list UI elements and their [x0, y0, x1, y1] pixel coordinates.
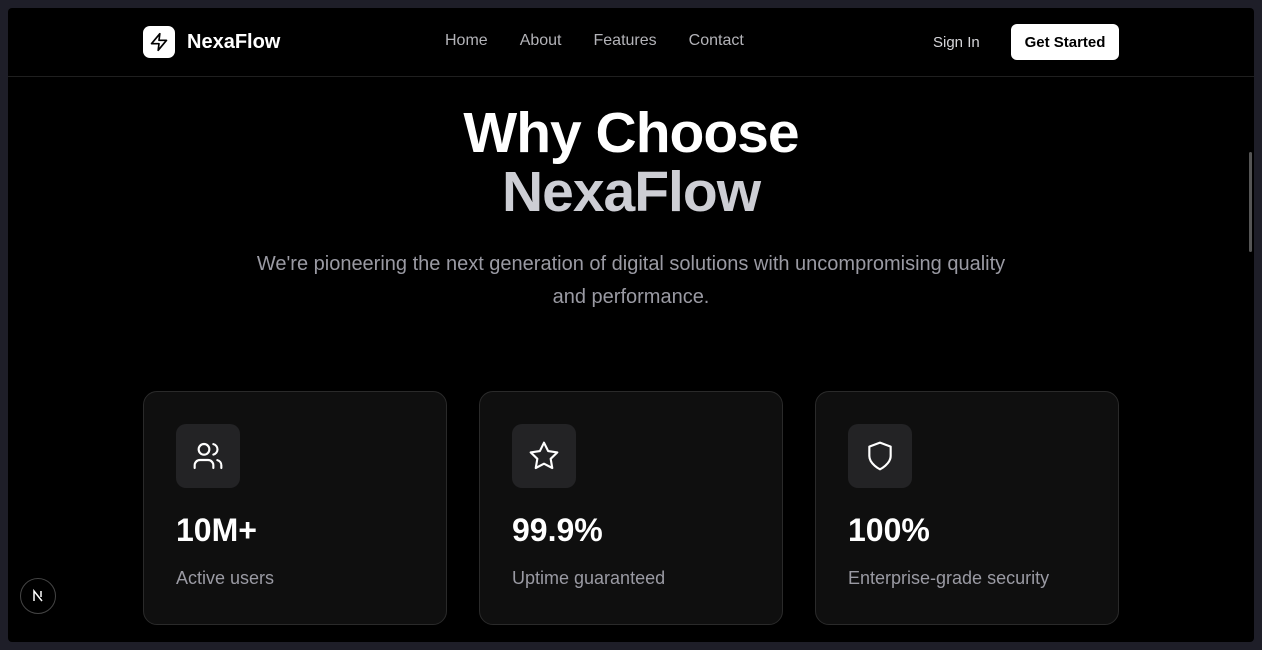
shield-icon — [848, 424, 912, 488]
stat-label: Uptime guaranteed — [512, 568, 666, 588]
nav-links: Home About Features Contact — [445, 32, 776, 50]
hero-subtitle: We're pioneering the next generation of … — [256, 253, 1006, 308]
scrollbar[interactable] — [1249, 152, 1252, 252]
stat-card-users: 10M+ Active users — [143, 391, 447, 625]
stat-value: 100% — [848, 512, 930, 548]
stat-card-security: 100% Enterprise-grade security — [815, 391, 1119, 625]
top-navbar: NexaFlow Home About Features Contact Sig… — [8, 8, 1254, 77]
nav-link-features[interactable]: Features — [594, 32, 657, 50]
stat-value: 99.9% — [512, 512, 603, 548]
sign-in-link[interactable]: Sign In — [933, 34, 980, 51]
star-icon — [512, 424, 576, 488]
get-started-button[interactable]: Get Started — [1011, 24, 1119, 60]
nav-link-home[interactable]: Home — [445, 32, 488, 50]
nav-link-contact[interactable]: Contact — [689, 32, 744, 50]
users-icon — [176, 424, 240, 488]
brand[interactable]: NexaFlow — [143, 26, 280, 58]
stat-value: 10M+ — [176, 512, 257, 548]
stat-label: Active users — [176, 568, 275, 588]
stat-label: Enterprise-grade security — [848, 568, 1050, 588]
hero-title: Why Choose NexaFlow — [8, 104, 1254, 222]
stat-card-uptime: 99.9% Uptime guaranteed — [479, 391, 783, 625]
app-window: NexaFlow Home About Features Contact Sig… — [8, 8, 1254, 642]
nextjs-icon[interactable] — [20, 578, 56, 614]
hero-title-line1: Why Choose — [463, 101, 799, 165]
brand-name: NexaFlow — [187, 30, 281, 53]
lightning-bolt-icon — [143, 26, 175, 58]
hero-title-line2: NexaFlow — [501, 160, 761, 224]
nav-link-about[interactable]: About — [520, 32, 562, 50]
